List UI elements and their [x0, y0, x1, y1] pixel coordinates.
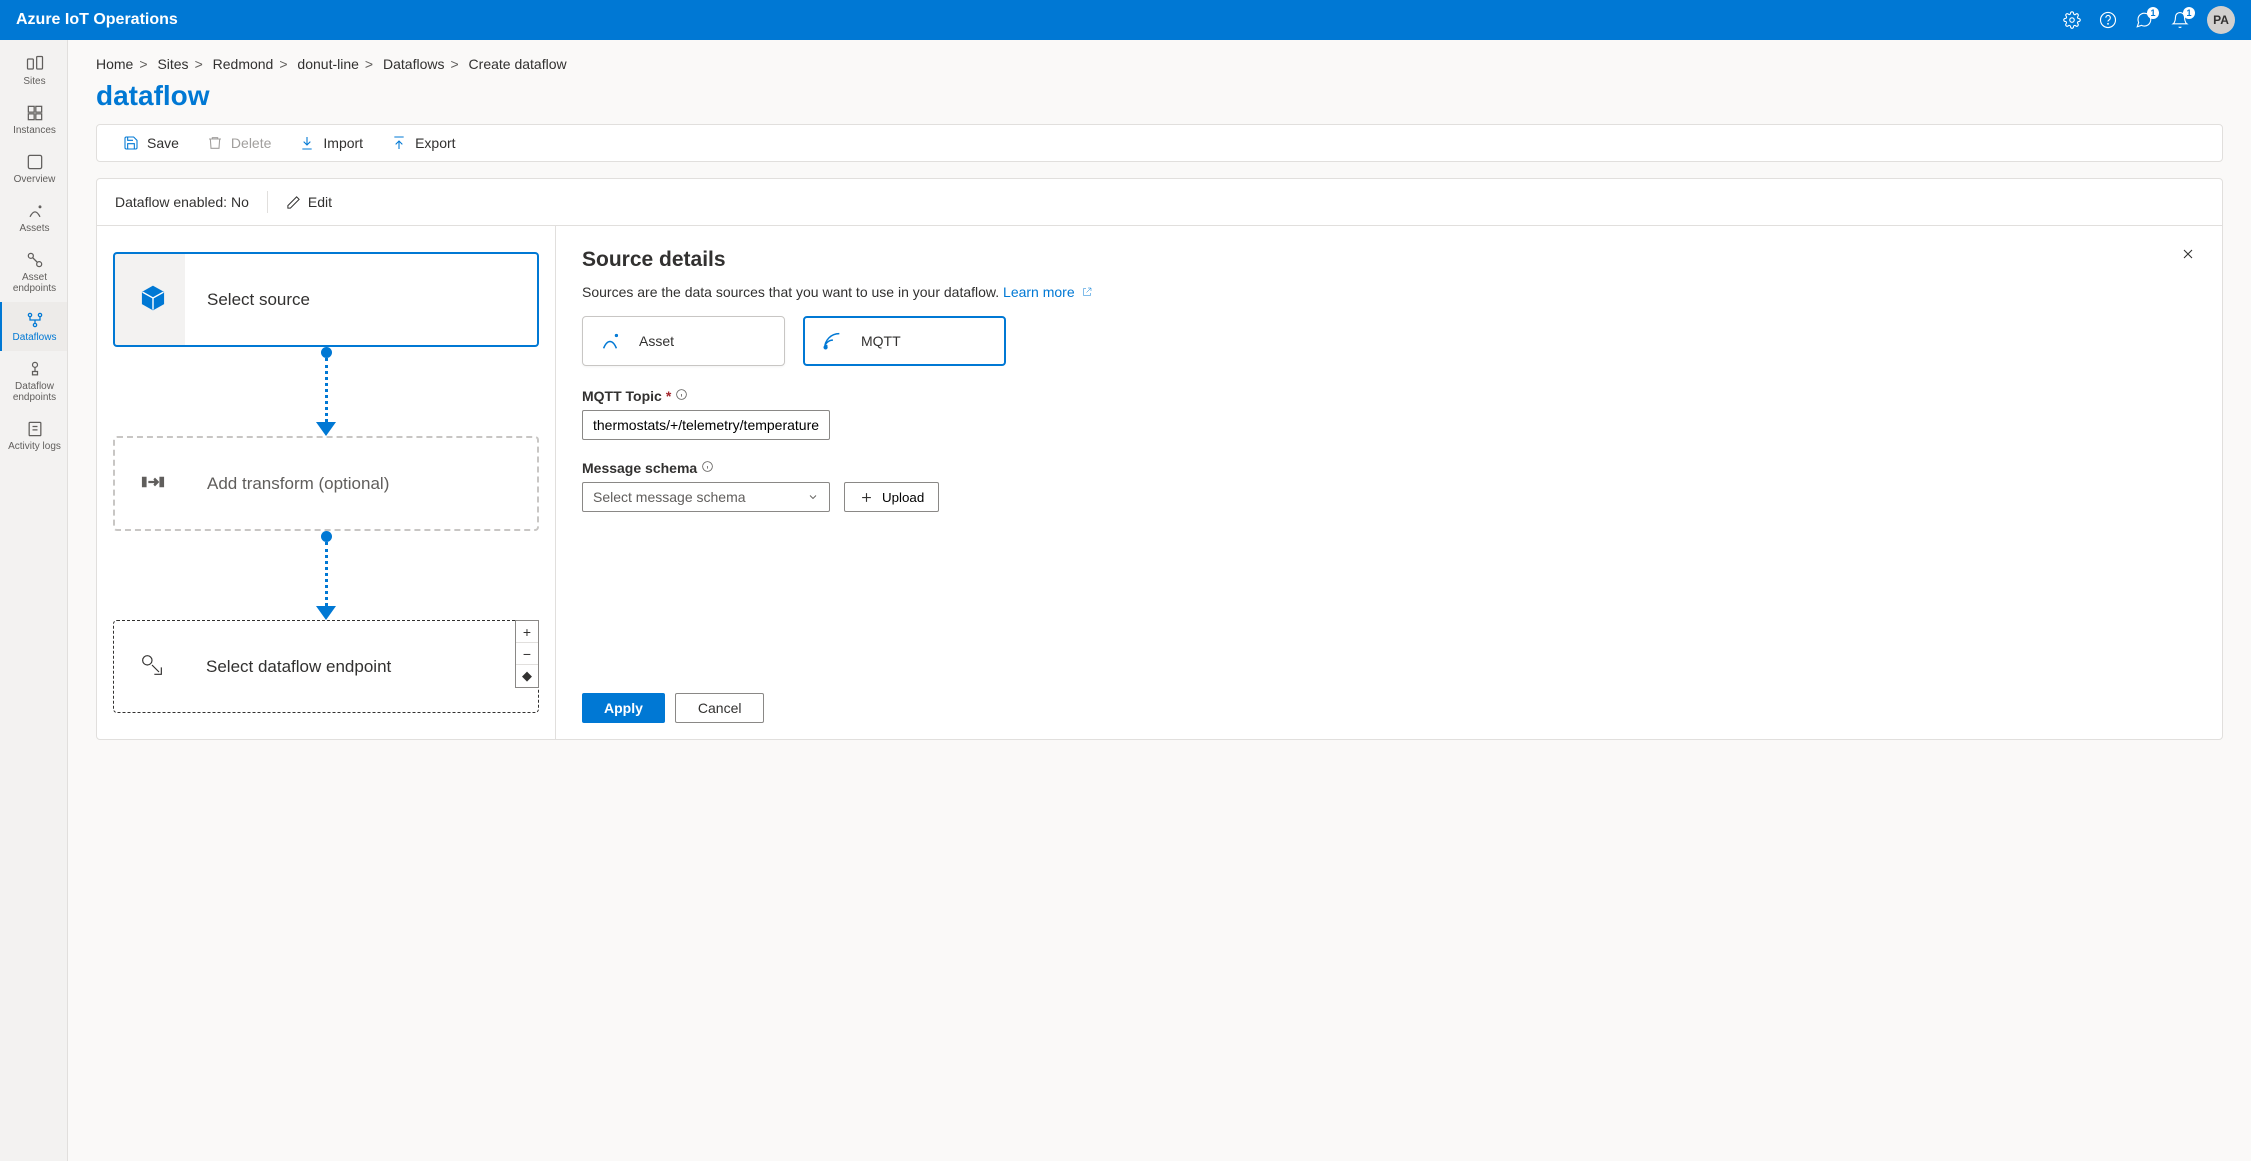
tile-mqtt[interactable]: MQTT [803, 316, 1006, 366]
statusbar: Dataflow enabled: No Edit [97, 179, 2222, 226]
details-desc: Sources are the data sources that you wa… [582, 284, 2196, 300]
crumb-donut-line[interactable]: donut-line [297, 56, 359, 72]
chevron-down-icon [807, 491, 819, 503]
save-button[interactable]: Save [123, 135, 179, 151]
mqtt-topic-input[interactable] [582, 410, 830, 440]
mqtt-icon [821, 330, 843, 352]
notifications-badge: 1 [2183, 7, 2195, 19]
connector [316, 531, 336, 620]
remove-endpoint-button[interactable]: − [516, 643, 538, 665]
edit-button[interactable]: Edit [286, 194, 332, 210]
info-icon[interactable] [701, 460, 714, 476]
source-type-tiles: Asset MQTT [582, 316, 2196, 366]
delete-icon [207, 135, 223, 151]
feedback-icon[interactable]: 1 [2135, 11, 2153, 29]
sidebar-item-overview[interactable]: Overview [0, 144, 67, 193]
page-title: dataflow [96, 80, 2223, 112]
sidebar-item-asset-endpoints[interactable]: Asset endpoints [0, 242, 67, 302]
notifications-icon[interactable]: 1 [2171, 11, 2189, 29]
sidebar-label: Instances [13, 125, 56, 136]
endpoint-node[interactable]: Select dataflow endpoint + − ◆ [113, 620, 539, 713]
cube-icon [139, 284, 167, 315]
sidebar-label: Activity logs [8, 441, 61, 452]
schema-select[interactable]: Select message schema [582, 482, 830, 512]
apply-button[interactable]: Apply [582, 693, 665, 723]
feedback-badge: 1 [2147, 7, 2159, 19]
settings-icon[interactable] [2063, 11, 2081, 29]
required-marker: * [666, 388, 671, 404]
save-icon [123, 135, 139, 151]
cancel-button[interactable]: Cancel [675, 693, 765, 723]
app-title: Azure IoT Operations [16, 11, 2063, 29]
import-icon [299, 135, 315, 151]
sidebar-item-sites[interactable]: Sites [0, 46, 67, 95]
learn-more-link[interactable]: Learn more [1003, 284, 1092, 300]
crumb-dataflows[interactable]: Dataflows [383, 56, 444, 72]
export-icon [391, 135, 407, 151]
message-schema-field: Message schema Select message schema Upl… [582, 460, 2196, 512]
crumb-redmond[interactable]: Redmond [213, 56, 274, 72]
sidebar-label: Overview [14, 174, 56, 185]
plus-icon [859, 490, 874, 505]
upload-button[interactable]: Upload [844, 482, 939, 512]
endpoint-controls: + − ◆ [515, 620, 539, 688]
crumb-sites[interactable]: Sites [157, 56, 188, 72]
tile-asset[interactable]: Asset [582, 316, 785, 366]
toolbar-card: Save Delete Import Export [96, 124, 2223, 162]
sidebar-item-dataflows[interactable]: Dataflows [0, 302, 67, 351]
main-content: Home> Sites> Redmond> donut-line> Datafl… [68, 40, 2251, 1161]
sidebar-label: Dataflows [13, 332, 57, 343]
topbar-actions: 1 1 PA [2063, 6, 2235, 34]
source-node[interactable]: Select source [113, 252, 539, 347]
transform-node-title: Add transform (optional) [207, 474, 389, 494]
help-icon[interactable] [2099, 11, 2117, 29]
dataflow-enabled-status: Dataflow enabled: No [115, 194, 249, 210]
info-icon[interactable] [675, 388, 688, 404]
delete-button: Delete [207, 135, 271, 151]
schema-label: Message schema [582, 460, 697, 476]
transform-icon [139, 468, 167, 499]
transform-node[interactable]: Add transform (optional) [113, 436, 539, 531]
sidebar-item-activity-logs[interactable]: Activity logs [0, 411, 67, 460]
divider [267, 191, 268, 213]
endpoint-handle[interactable]: ◆ [516, 665, 538, 687]
crumb-home[interactable]: Home [96, 56, 133, 72]
sidebar-item-dataflow-endpoints[interactable]: Dataflow endpoints [0, 351, 67, 411]
sidebar-label: Sites [23, 76, 45, 87]
breadcrumb: Home> Sites> Redmond> donut-line> Datafl… [96, 56, 2223, 72]
mqtt-topic-label: MQTT Topic [582, 388, 662, 404]
details-footer: Apply Cancel [582, 673, 2196, 723]
sidebar-item-instances[interactable]: Instances [0, 95, 67, 144]
edit-icon [286, 195, 301, 210]
export-button[interactable]: Export [391, 135, 455, 151]
sidebar-label: Assets [19, 223, 49, 234]
endpoint-icon [138, 651, 166, 682]
mqtt-topic-field: MQTT Topic * [582, 388, 2196, 440]
topbar: Azure IoT Operations 1 1 PA [0, 0, 2251, 40]
add-endpoint-button[interactable]: + [516, 621, 538, 643]
connector [316, 347, 336, 436]
sidebar-item-assets[interactable]: Assets [0, 193, 67, 242]
crumb-current: Create dataflow [469, 56, 567, 72]
sidebar-nav: Sites Instances Overview Assets Asset en… [0, 40, 68, 1161]
flow-diagram: Select source Add transform (optional) [97, 226, 555, 739]
source-node-title: Select source [207, 290, 310, 310]
asset-icon [599, 330, 621, 352]
user-avatar[interactable]: PA [2207, 6, 2235, 34]
close-icon [2180, 246, 2196, 262]
content-card: Dataflow enabled: No Edit Select source [96, 178, 2223, 740]
source-details-panel: Source details Sources are the data sour… [555, 226, 2222, 739]
sidebar-label: Dataflow endpoints [4, 381, 65, 403]
endpoint-node-title: Select dataflow endpoint [206, 657, 391, 677]
external-link-icon [1081, 286, 1093, 298]
close-panel-button[interactable] [2180, 246, 2196, 265]
sidebar-label: Asset endpoints [4, 272, 65, 294]
details-title: Source details [582, 248, 2196, 272]
import-button[interactable]: Import [299, 135, 363, 151]
